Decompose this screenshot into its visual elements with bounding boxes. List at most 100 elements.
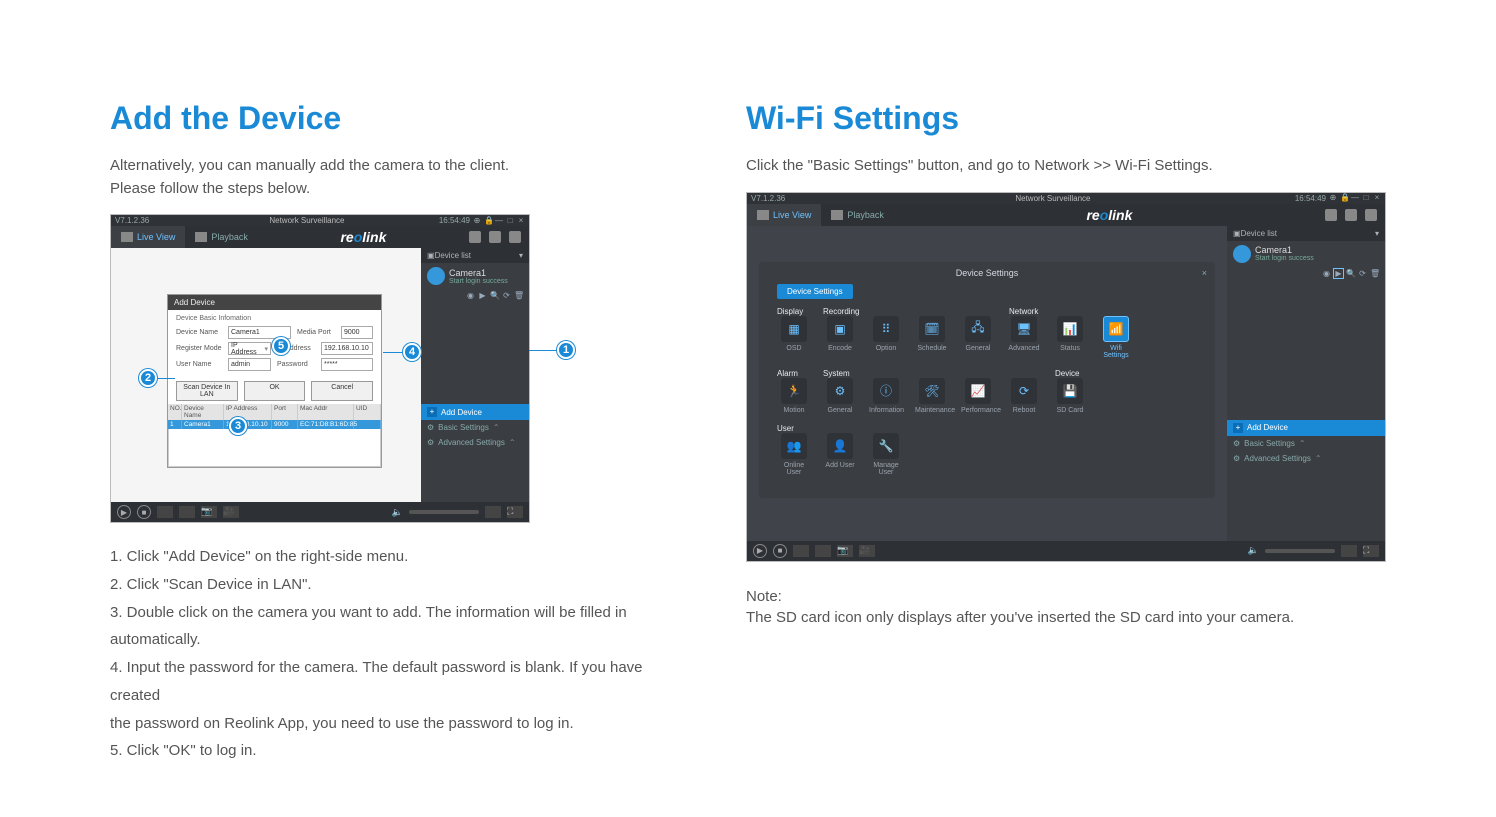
tab-live-view[interactable]: Live View [111,226,185,248]
add-device-menu-button[interactable]: + Add Device [421,404,529,420]
password-label: Password [277,361,315,368]
tile-wifi[interactable]: 📶Wifi Settings [1099,316,1133,359]
add-device-menu-button[interactable]: + Add Device [1227,420,1385,436]
lang-icon[interactable]: ⊕ [473,217,481,225]
grid-icon[interactable] [1345,209,1357,221]
viewer-stage: Add Device Device Basic Infomation Devic… [111,248,421,502]
camera-icon: ▣ [427,251,435,260]
close-icon[interactable]: × [1202,268,1207,278]
tile-osd[interactable]: ▦OSD [777,316,811,359]
user-name-input[interactable]: admin [228,358,271,371]
device-list-item[interactable]: Camera1 Start login success [1227,241,1385,267]
snapshot-button[interactable] [157,506,173,518]
basic-settings-menu[interactable]: ⚙ Basic Settings ⌃ [1227,436,1385,451]
register-mode-select[interactable]: IP Address▾ [228,342,271,355]
close-icon[interactable]: × [517,217,525,225]
clip-button[interactable] [815,545,831,557]
video-button[interactable]: 🎥 [859,545,875,557]
basic-settings-menu[interactable]: ⚙ Basic Settings ⌃ [421,420,529,435]
content-row: Add Device Device Basic Infomation Devic… [111,248,529,502]
play-icon[interactable]: ▶ [478,291,487,300]
content-row: Device Settings × Device Settings Displa… [747,226,1385,541]
fullscreen-button[interactable]: ⛶ [507,506,523,518]
tile-sys-general[interactable]: ⚙General [823,378,857,414]
minimize-icon[interactable]: — [495,217,503,225]
ok-button[interactable]: OK [244,381,306,401]
tile-online-user[interactable]: 👥Online User [777,433,811,476]
lock-icon[interactable]: 🔒 [484,217,492,225]
record-icon[interactable]: ◉ [466,291,475,300]
volume-slider[interactable] [1265,549,1335,553]
tile-sd-card[interactable]: 💾SD Card [1053,378,1087,414]
tile-reboot[interactable]: ⟳Reboot [1007,378,1041,414]
lang-icon[interactable]: ⊕ [1329,194,1337,202]
device-list-header[interactable]: ▣ Device list ▾ [1227,226,1385,241]
gear-icon[interactable] [509,231,521,243]
advanced-settings-menu[interactable]: ⚙ Advanced Settings ⌃ [421,435,529,450]
tile-net-general[interactable]: 🖧General [961,316,995,359]
snapshot-button[interactable] [793,545,809,557]
stop-all-button[interactable]: ■ [773,544,787,558]
tile-status[interactable]: 📊Status [1053,316,1087,359]
refresh-icon[interactable]: ⟳ [1358,269,1367,278]
password-input[interactable]: ***** [321,358,373,371]
stop-all-button[interactable]: ■ [137,505,151,519]
maximize-icon[interactable]: □ [1362,194,1370,202]
grid-icon[interactable] [489,231,501,243]
tile-performance[interactable]: 📈Performance [961,378,995,414]
advanced-settings-menu[interactable]: ⚙ Advanced Settings ⌃ [1227,451,1385,466]
layout-icon[interactable] [469,231,481,243]
video-button[interactable]: 🎥 [223,506,239,518]
clip-button[interactable] [179,506,195,518]
right-column: Wi-Fi Settings Click the "Basic Settings… [746,100,1386,817]
play-all-button[interactable]: ▶ [753,544,767,558]
collapse-icon: ⌃ [1315,454,1322,463]
cancel-button[interactable]: Cancel [311,381,373,401]
tile-option[interactable]: ⠿Option [869,316,903,359]
tab-playback[interactable]: Playback [821,204,894,226]
camera-button[interactable]: 📷 [837,545,853,557]
search-icon[interactable]: 🔍 [490,291,499,300]
close-icon[interactable]: × [1373,194,1381,202]
tile-maintenance[interactable]: 🛠Maintenance [915,378,949,414]
minimize-icon[interactable]: — [1351,194,1359,202]
media-port-input[interactable]: 9000 [341,326,373,339]
layout-button[interactable] [1341,545,1357,557]
tile-encode[interactable]: ▣Encode [823,316,857,359]
ip-address-input[interactable]: 192.168.10.10 [321,342,373,355]
device-table-row[interactable]: 1 Camera1 192.168.10.10 9000 EC:71:D8:B1… [168,420,381,429]
trash-icon[interactable]: 🗑 [1370,269,1379,278]
search-icon[interactable]: 🔍 [1346,269,1355,278]
fullscreen-button[interactable]: ⛶ [1363,545,1379,557]
tab-live-label: Live View [773,210,811,220]
refresh-icon[interactable]: ⟳ [502,291,511,300]
record-icon[interactable]: ◉ [1322,269,1331,278]
tab-playback[interactable]: Playback [185,226,258,248]
maximize-icon[interactable]: □ [506,217,514,225]
play-icon[interactable]: ▶ [1334,269,1343,278]
device-list-item[interactable]: Camera1 Start login success [421,263,529,289]
layout-icon[interactable] [1325,209,1337,221]
register-mode-label: Register Mode [176,345,222,352]
play-all-button[interactable]: ▶ [117,505,131,519]
layout-button[interactable] [485,506,501,518]
device-list-header[interactable]: ▣ Device list ▾ [421,248,529,263]
scan-lan-button[interactable]: Scan Device In LAN [176,381,238,401]
trash-icon[interactable]: 🗑 [514,291,523,300]
tile-add-user[interactable]: 👤Add User [823,433,857,476]
tile-net-advanced[interactable]: 🖥Advanced [1007,316,1041,359]
lock-icon[interactable]: 🔒 [1340,194,1348,202]
tab-live-view[interactable]: Live View [747,204,821,226]
tile-manage-user[interactable]: 🔧Manage User [869,433,903,476]
volume-icon[interactable]: 🔈 [392,507,403,518]
brand-logo: reolink [894,207,1325,223]
camera-button[interactable]: 📷 [201,506,217,518]
volume-icon[interactable]: 🔈 [1248,545,1259,556]
settings-breadcrumb[interactable]: Device Settings [777,284,853,299]
volume-slider[interactable] [409,510,479,514]
gear-icon[interactable] [1365,209,1377,221]
device-table-header: NO. Device Name IP Address Port Mac Addr… [168,404,381,420]
tile-info[interactable]: ⓘInformation [869,378,903,414]
tile-motion[interactable]: 🏃Motion [777,378,811,414]
tile-schedule[interactable]: 🗓Schedule [915,316,949,359]
